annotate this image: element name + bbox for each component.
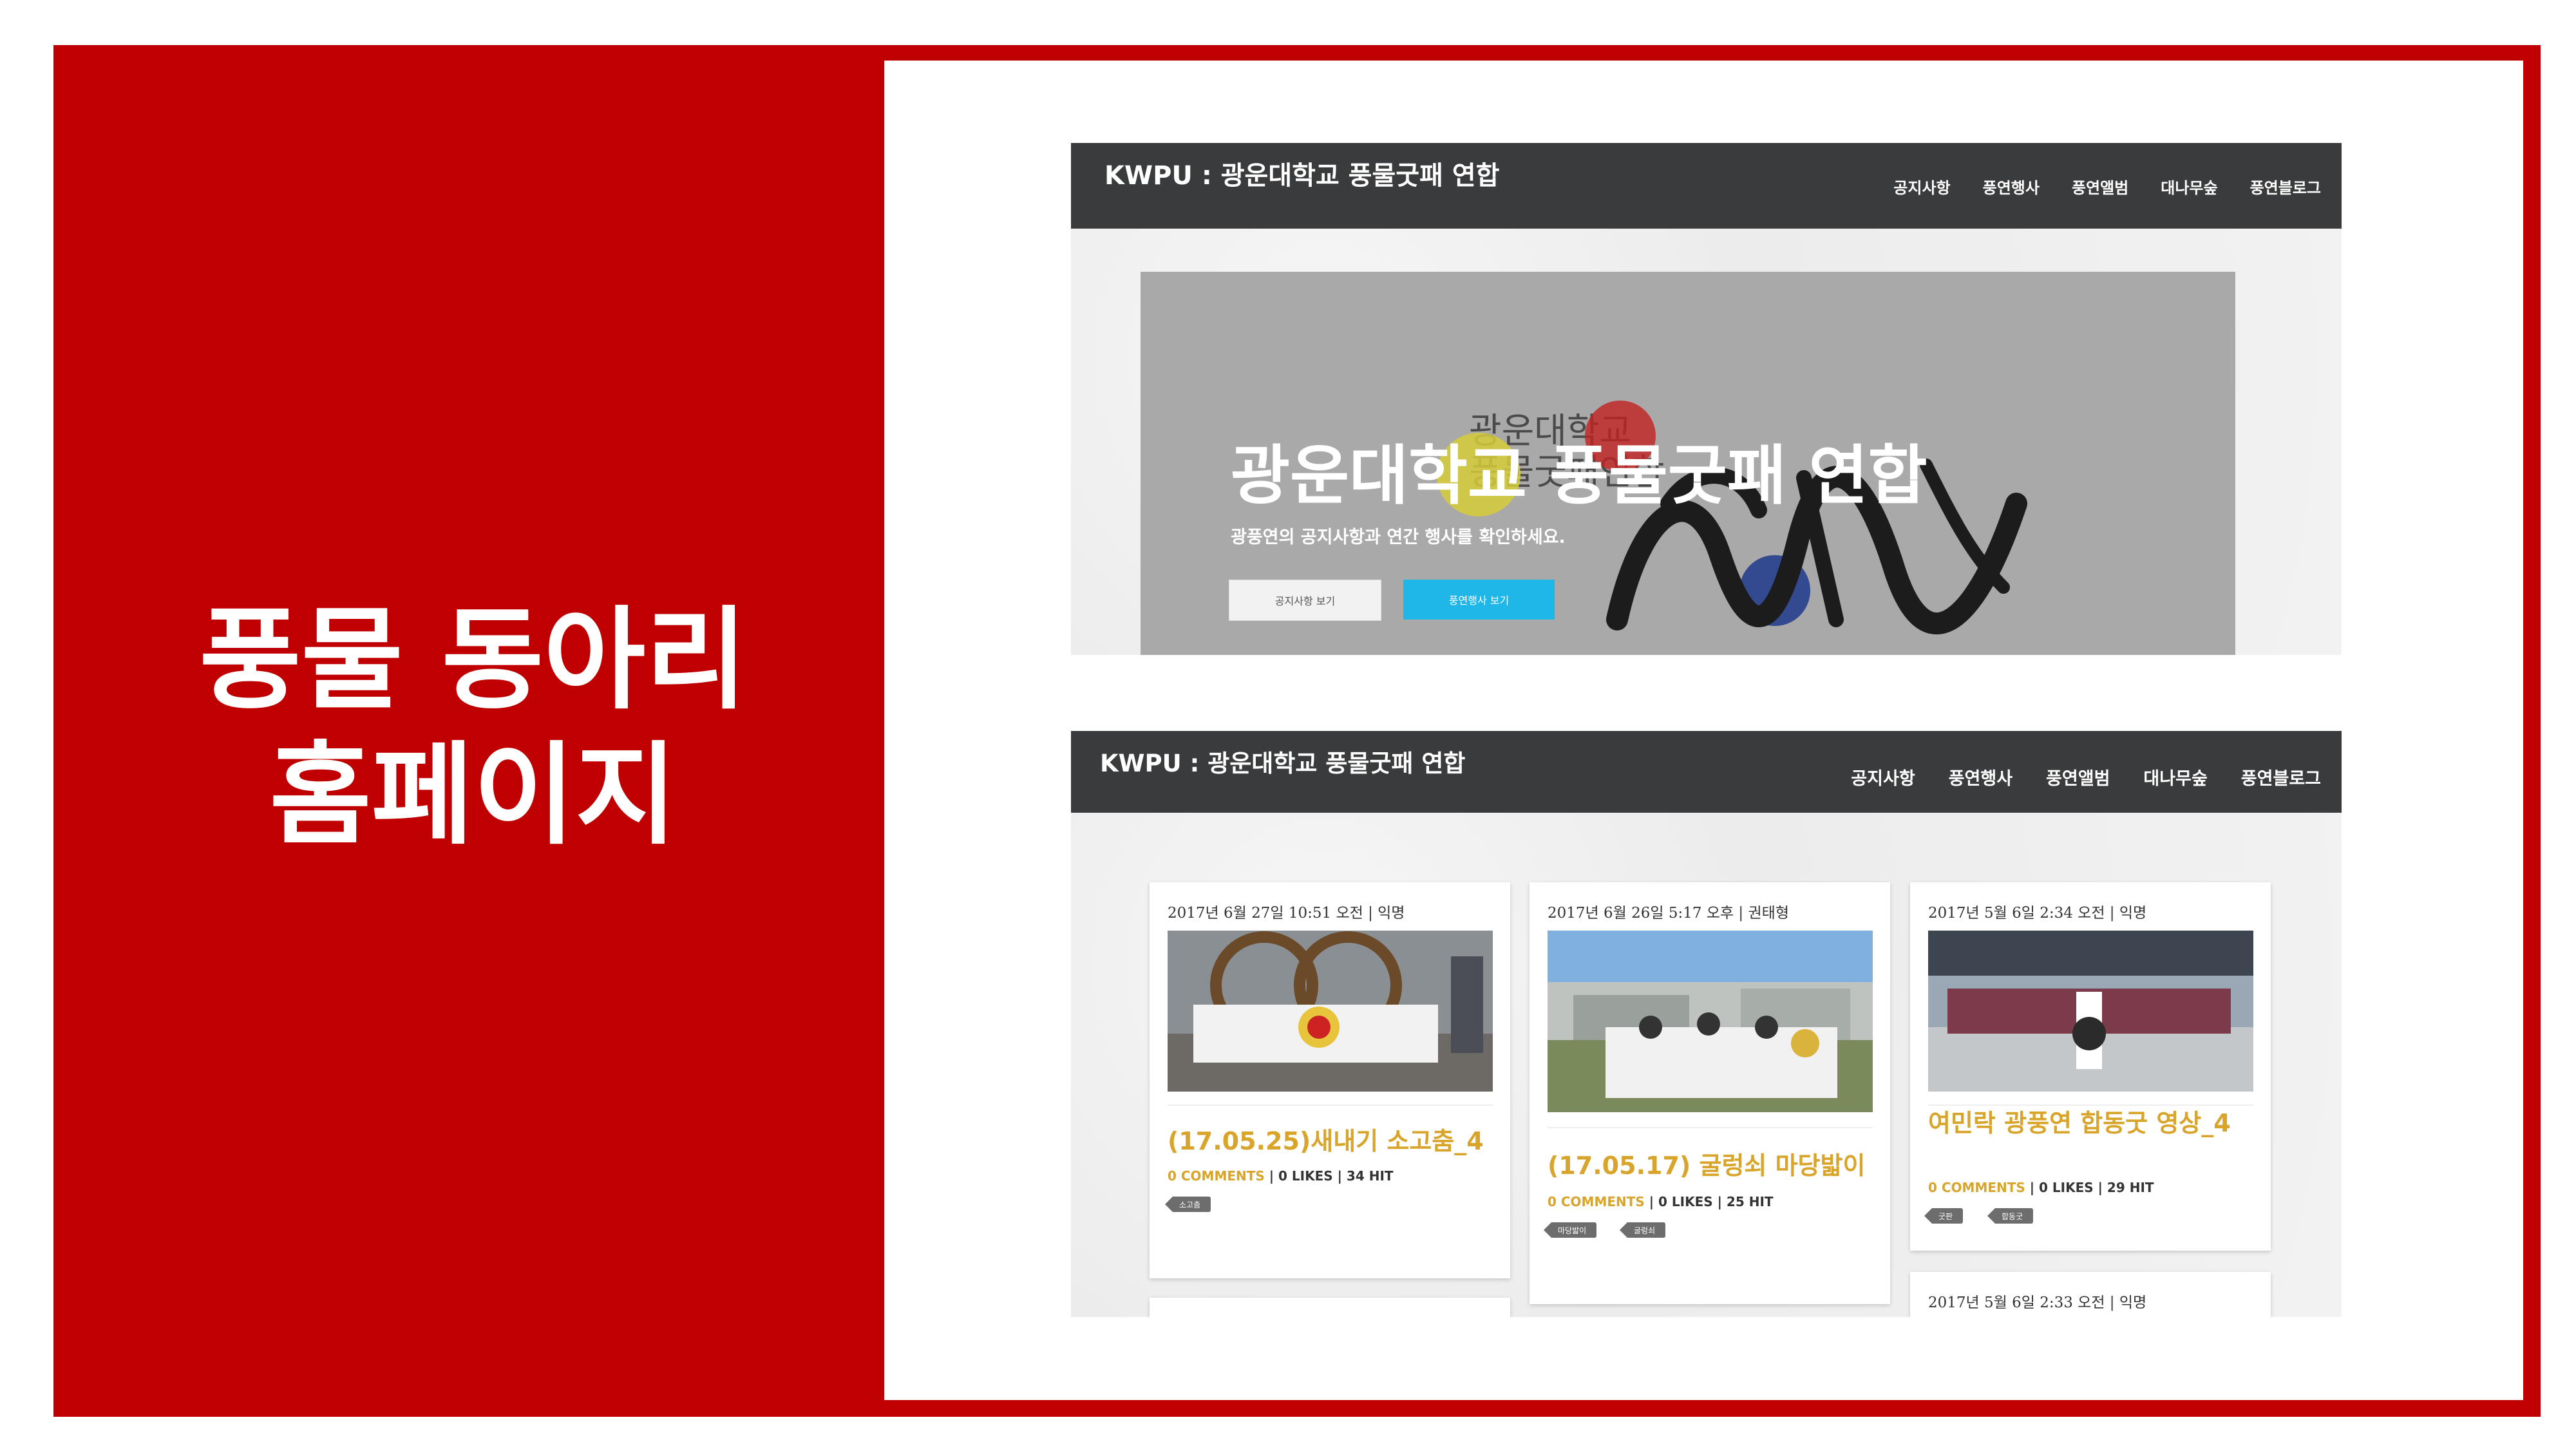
post-likes-hits: | 0 LIKES | 29 HIT bbox=[2029, 1180, 2154, 1195]
nav-item-blog[interactable]: 풍연블로그 bbox=[2250, 175, 2321, 198]
post-meta: 2017년 6월 27일 10:51 오전 | 익명 bbox=[1168, 905, 1405, 922]
hero-subheading: 광풍연의 공지사항과 연간 행사를 확인하세요. bbox=[1231, 527, 1566, 547]
navbar: KWPU : 광운대학교 풍물굿패 연합 공지사항 풍연행사 풍연앨범 대나무숲… bbox=[1071, 143, 2342, 229]
post-card[interactable]: 2017년 6월 26일 5:17 오후 | 권태형 (17.05.17) 굴렁… bbox=[1530, 882, 1890, 1304]
site-brand[interactable]: KWPU : 광운대학교 풍물굿패 연합 bbox=[1104, 155, 1499, 192]
post-tag[interactable]: 마당밟이 bbox=[1544, 1222, 1597, 1238]
post-likes-hits: | 0 LIKES | 34 HIT bbox=[1269, 1168, 1394, 1184]
nav-item-bamboo[interactable]: 대나무숲 bbox=[2161, 175, 2217, 198]
nav-item-blog[interactable]: 풍연블로그 bbox=[2241, 764, 2321, 790]
post-thumbnail[interactable] bbox=[1168, 931, 1493, 1092]
post-tag[interactable]: 소고춤 bbox=[1165, 1197, 1211, 1212]
nav-menu: 공지사항 풍연행사 풍연앨범 대나무숲 풍연블로그 bbox=[1851, 764, 2321, 790]
post-comments[interactable]: 0 COMMENTS bbox=[1928, 1180, 2025, 1195]
navbar: KWPU : 광운대학교 풍물굿패 연합 공지사항 풍연행사 풍연앨범 대나무숲… bbox=[1071, 731, 2342, 813]
post-card[interactable] bbox=[1150, 1298, 1510, 1317]
post-tag[interactable]: 굿판 bbox=[1924, 1208, 1964, 1224]
post-meta: 2017년 5월 6일 2:33 오전 | 익명 bbox=[1928, 1294, 2147, 1311]
site-brand[interactable]: KWPU : 광운대학교 풍물굿패 연합 bbox=[1100, 744, 1465, 779]
post-meta: 2017년 5월 6일 2:34 오전 | 익명 bbox=[1928, 905, 2147, 922]
hero-heading: 광운대학교 풍물굿패 연합 bbox=[1231, 438, 1927, 513]
post-tag[interactable]: 합동굿 bbox=[1987, 1208, 2034, 1224]
post-tag[interactable]: 굴렁쇠 bbox=[1620, 1222, 1666, 1238]
nav-item-album[interactable]: 풍연앨범 bbox=[2046, 764, 2110, 790]
post-thumbnail[interactable] bbox=[1548, 931, 1873, 1112]
divider bbox=[1168, 1104, 1493, 1106]
post-stats: 0 COMMENTS | 0 LIKES | 25 HIT bbox=[1548, 1194, 1774, 1209]
post-card[interactable]: 2017년 5월 6일 2:33 오전 | 익명 bbox=[1910, 1272, 2271, 1317]
post-stats: 0 COMMENTS | 0 LIKES | 29 HIT bbox=[1928, 1180, 2154, 1195]
view-notices-button[interactable]: 공지사항 보기 bbox=[1229, 580, 1381, 621]
slide-title-line-2: 홈페이지 bbox=[269, 730, 677, 860]
slide-title: 풍물 동아리 홈페이지 bbox=[103, 592, 844, 863]
hero-banner: 광운대학교 풍물굿패연합 광운대학교 풍물굿패 연합 광풍연의 공지사항과 연간… bbox=[1141, 272, 2235, 655]
post-title[interactable]: 여민락 광풍연 합동굿 영상_4 bbox=[1928, 1109, 2253, 1137]
divider bbox=[1928, 1104, 2253, 1106]
post-card[interactable]: 2017년 6월 27일 10:51 오전 | 익명 (17.05.25)새내기… bbox=[1150, 882, 1510, 1278]
post-thumbnail[interactable] bbox=[1928, 931, 2253, 1092]
post-comments[interactable]: 0 COMMENTS bbox=[1168, 1168, 1265, 1184]
nav-item-bamboo[interactable]: 대나무숲 bbox=[2143, 764, 2207, 790]
nav-item-events[interactable]: 풍연행사 bbox=[1949, 764, 2012, 790]
nav-menu: 공지사항 풍연행사 풍연앨범 대나무숲 풍연블로그 bbox=[1893, 175, 2321, 198]
post-title[interactable]: (17.05.17) 굴렁쇠 마당밟이 bbox=[1548, 1151, 1873, 1180]
homepage-posts-screenshot: KWPU : 광운대학교 풍물굿패 연합 공지사항 풍연행사 풍연앨범 대나무숲… bbox=[1071, 731, 2342, 1317]
nav-item-album[interactable]: 풍연앨범 bbox=[2072, 175, 2128, 198]
post-card[interactable]: 2017년 5월 6일 2:34 오전 | 익명 여민락 광풍연 합동굿 영상_… bbox=[1910, 882, 2271, 1251]
post-meta: 2017년 6월 26일 5:17 오후 | 권태형 bbox=[1548, 905, 1789, 922]
divider bbox=[1548, 1127, 1873, 1128]
nav-item-notice[interactable]: 공지사항 bbox=[1893, 175, 1950, 198]
slide-title-line-1: 풍물 동아리 bbox=[199, 595, 748, 724]
post-likes-hits: | 0 LIKES | 25 HIT bbox=[1649, 1194, 1774, 1209]
post-comments[interactable]: 0 COMMENTS bbox=[1548, 1194, 1645, 1209]
nav-item-events[interactable]: 풍연행사 bbox=[1983, 175, 2040, 198]
view-events-button[interactable]: 풍연행사 보기 bbox=[1403, 580, 1555, 620]
nav-item-notice[interactable]: 공지사항 bbox=[1851, 764, 1915, 790]
post-stats: 0 COMMENTS | 0 LIKES | 34 HIT bbox=[1168, 1168, 1394, 1184]
post-title[interactable]: (17.05.25)새내기 소고춤_4 bbox=[1168, 1127, 1493, 1155]
homepage-hero-screenshot: KWPU : 광운대학교 풍물굿패 연합 공지사항 풍연행사 풍연앨범 대나무숲… bbox=[1071, 143, 2342, 655]
